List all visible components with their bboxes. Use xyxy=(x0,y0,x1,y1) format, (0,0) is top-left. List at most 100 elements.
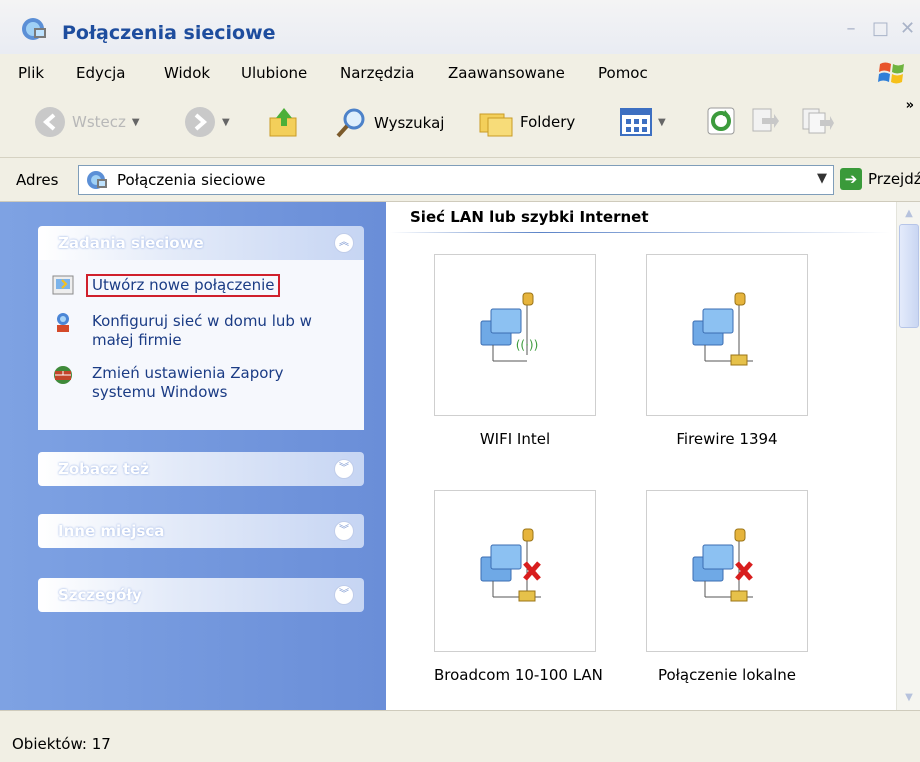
views-icon xyxy=(620,108,652,136)
menu-bar: Plik Edycja Widok Ulubione Narzędzia Zaa… xyxy=(0,54,920,92)
connection-firewire[interactable]: Firewire 1394 xyxy=(646,254,808,448)
close-icon[interactable]: ✕ xyxy=(900,18,915,39)
group-body-network-tasks: Utwórz nowe połączenie Konfiguruj sieć w… xyxy=(38,260,364,430)
copy-to-icon xyxy=(802,108,834,134)
group-title: Zadania sieciowe xyxy=(58,234,204,252)
menu-edit[interactable]: Edycja xyxy=(76,64,125,82)
go-button[interactable]: ➔ Przejdź xyxy=(840,168,920,190)
forward-dropdown-icon[interactable]: ▼ xyxy=(222,117,230,128)
wired-connection-icon xyxy=(692,292,753,366)
home-network-wizard-icon xyxy=(57,313,69,332)
group-title: Inne miejsca xyxy=(58,522,165,540)
group-title: Zobacz też xyxy=(58,460,149,478)
search-icon xyxy=(336,108,365,138)
disconnected-connection-icon xyxy=(692,528,753,602)
back-button[interactable]: Wstecz ▼ xyxy=(34,106,140,138)
connection-label: WIFI Intel xyxy=(479,430,551,448)
task-home-network-wizard[interactable]: Konfiguruj sieć w domu lub w małej firmie xyxy=(52,312,312,350)
task-label: Zmień ustawienia Zapory systemu Windows xyxy=(92,364,283,402)
group-header-other-places[interactable]: Inne miejsca ︾ xyxy=(38,514,364,548)
content-area: Sieć LAN lub szybki Internet ((·)) WIFI … xyxy=(386,202,896,710)
address-dropdown-icon[interactable]: ▼ xyxy=(817,171,827,186)
expand-chevron-icon[interactable]: ︾ xyxy=(334,459,354,479)
scroll-down-icon[interactable]: ▼ xyxy=(899,688,919,708)
section-title: Sieć LAN lub szybki Internet xyxy=(410,208,649,226)
scroll-up-icon[interactable]: ▲ xyxy=(899,204,919,224)
connection-tile[interactable] xyxy=(646,490,808,652)
firewall-icon xyxy=(54,366,72,384)
scrollbar-thumb[interactable] xyxy=(899,224,919,328)
search-label: Wyszukaj xyxy=(374,114,445,132)
disconnected-connection-icon xyxy=(480,528,541,602)
window-title: Połączenia sieciowe xyxy=(62,22,276,44)
collapse-chevron-icon[interactable]: ︽ xyxy=(334,233,354,253)
connection-wifi-intel[interactable]: ((·)) WIFI Intel xyxy=(434,254,596,448)
menu-advanced[interactable]: Zaawansowane xyxy=(448,64,565,82)
views-dropdown-icon[interactable]: ▼ xyxy=(658,117,666,128)
task-label-line: Zmień ustawienia Zapory xyxy=(92,364,284,382)
connection-label: Połączenie lokalne xyxy=(657,666,797,684)
task-create-connection[interactable]: Utwórz nowe połączenie xyxy=(52,274,281,297)
toolbar: Wstecz ▼ ▼ Wyszukaj Foldery ▼ » xyxy=(0,92,920,158)
connection-local[interactable]: Połączenie lokalne xyxy=(646,490,808,684)
status-bar: Obiektów: 17 xyxy=(0,710,920,762)
menu-view[interactable]: Widok xyxy=(164,64,210,82)
task-label-line: małej firmie xyxy=(92,331,182,349)
menu-help[interactable]: Pomoc xyxy=(598,64,648,82)
toolbar-overflow-icon[interactable]: » xyxy=(906,98,914,113)
menu-tools[interactable]: Narzędzia xyxy=(340,64,414,82)
task-label: Konfiguruj sieć w domu lub w małej firmie xyxy=(92,312,312,350)
back-label: Wstecz xyxy=(72,113,126,131)
connection-broadcom[interactable]: Broadcom 10-100 LAN xyxy=(434,490,603,684)
windows-logo-icon xyxy=(878,62,904,84)
connection-label: Broadcom 10-100 LAN xyxy=(434,666,603,684)
forward-button[interactable]: ▼ xyxy=(184,106,230,138)
group-header-network-tasks[interactable]: Zadania sieciowe ︽ xyxy=(38,226,364,260)
refresh-icon xyxy=(707,107,735,135)
move-to-icon xyxy=(752,108,779,132)
views-button[interactable]: ▼ xyxy=(620,108,666,136)
connection-tile[interactable]: ((·)) xyxy=(434,254,596,416)
up-folder-icon xyxy=(269,108,297,137)
folders-icon xyxy=(479,113,513,137)
menu-favorites[interactable]: Ulubione xyxy=(241,64,307,82)
search-button[interactable]: Wyszukaj xyxy=(334,106,444,140)
task-pane: Zadania sieciowe ︽ Utwórz nowe połączeni… xyxy=(0,202,386,710)
title-bar: Połączenia sieciowe – □ ✕ xyxy=(0,0,920,54)
forward-arrow-icon xyxy=(185,107,215,137)
up-folder-button[interactable] xyxy=(266,104,302,140)
object-count: Obiektów: 17 xyxy=(12,735,111,753)
new-connection-icon xyxy=(52,275,74,295)
group-header-see-also[interactable]: Zobacz też ︾ xyxy=(38,452,364,486)
connection-tile[interactable] xyxy=(434,490,596,652)
go-label: Przejdź xyxy=(868,170,920,188)
group-header-details[interactable]: Szczegóły ︾ xyxy=(38,578,364,612)
task-label: Utwórz nowe połączenie xyxy=(86,274,281,297)
vertical-scrollbar[interactable]: ▲ ▼ xyxy=(896,202,920,710)
folders-label: Foldery xyxy=(520,113,576,131)
task-firewall-settings[interactable]: Zmień ustawienia Zapory systemu Windows xyxy=(52,364,283,402)
address-input[interactable]: Połączenia sieciowe ▼ xyxy=(78,165,834,195)
back-dropdown-icon[interactable]: ▼ xyxy=(132,117,140,128)
back-arrow-icon xyxy=(35,107,65,137)
folders-button[interactable]: Foldery xyxy=(478,106,575,138)
connection-tile[interactable] xyxy=(646,254,808,416)
refresh-button[interactable] xyxy=(706,106,736,136)
connection-label: Firewire 1394 xyxy=(676,430,778,448)
network-connections-icon xyxy=(22,18,46,40)
address-label: Adres xyxy=(16,171,59,189)
wireless-connection-icon: ((·)) xyxy=(480,292,539,362)
expand-chevron-icon[interactable]: ︾ xyxy=(334,585,354,605)
menu-file[interactable]: Plik xyxy=(18,64,44,82)
network-connections-icon xyxy=(87,171,107,189)
section-divider xyxy=(390,232,890,233)
move-to-button[interactable] xyxy=(750,106,780,136)
group-title: Szczegóły xyxy=(58,586,142,604)
task-label-line: systemu Windows xyxy=(92,383,228,401)
svg-text:((·)): ((·)) xyxy=(516,338,539,352)
copy-to-button[interactable] xyxy=(800,106,834,136)
maximize-icon[interactable]: □ xyxy=(872,18,889,39)
expand-chevron-icon[interactable]: ︾ xyxy=(334,521,354,541)
minimize-icon[interactable]: – xyxy=(844,18,858,39)
address-bar: Adres Połączenia sieciowe ▼ ➔ Przejdź xyxy=(0,158,920,202)
